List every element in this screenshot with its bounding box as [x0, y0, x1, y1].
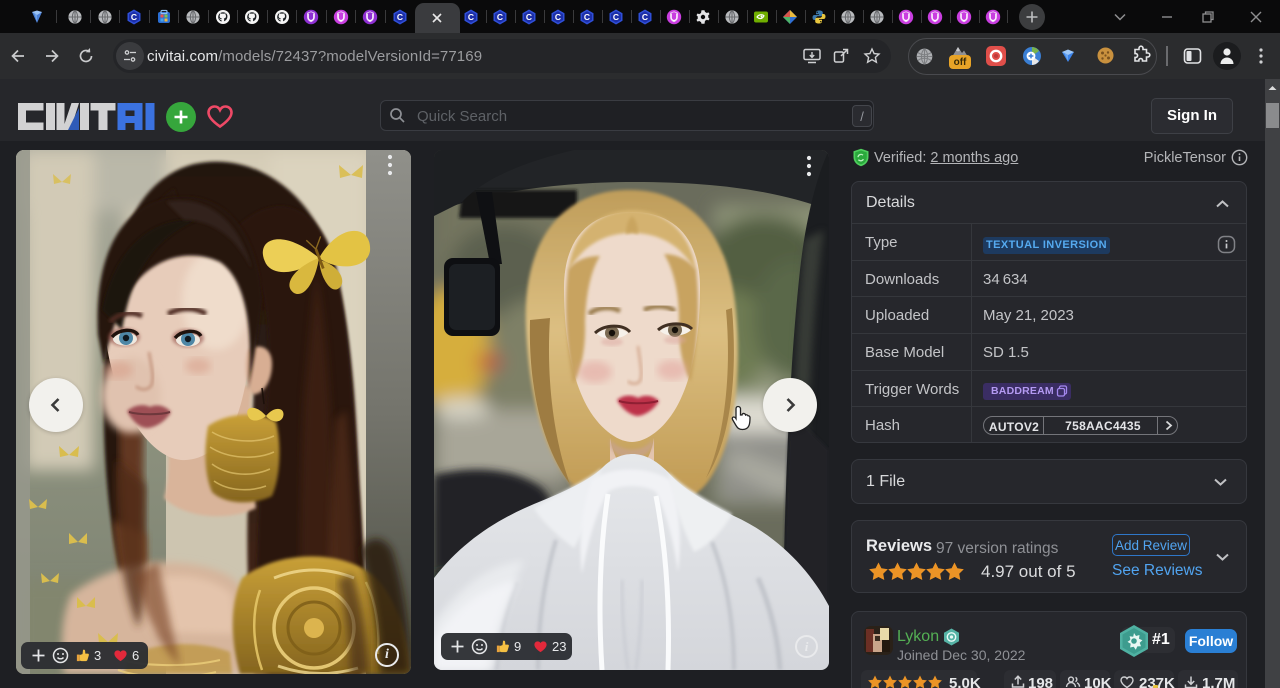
- svg-text:C: C: [396, 12, 402, 22]
- svg-text:C: C: [584, 12, 590, 22]
- svg-text:C: C: [468, 12, 474, 22]
- svg-text:C: C: [555, 12, 561, 22]
- svg-text:C: C: [131, 12, 137, 22]
- svg-text:C: C: [497, 12, 503, 22]
- svg-text:C: C: [613, 12, 619, 22]
- svg-text:C: C: [642, 12, 648, 22]
- svg-text:C: C: [526, 12, 532, 22]
